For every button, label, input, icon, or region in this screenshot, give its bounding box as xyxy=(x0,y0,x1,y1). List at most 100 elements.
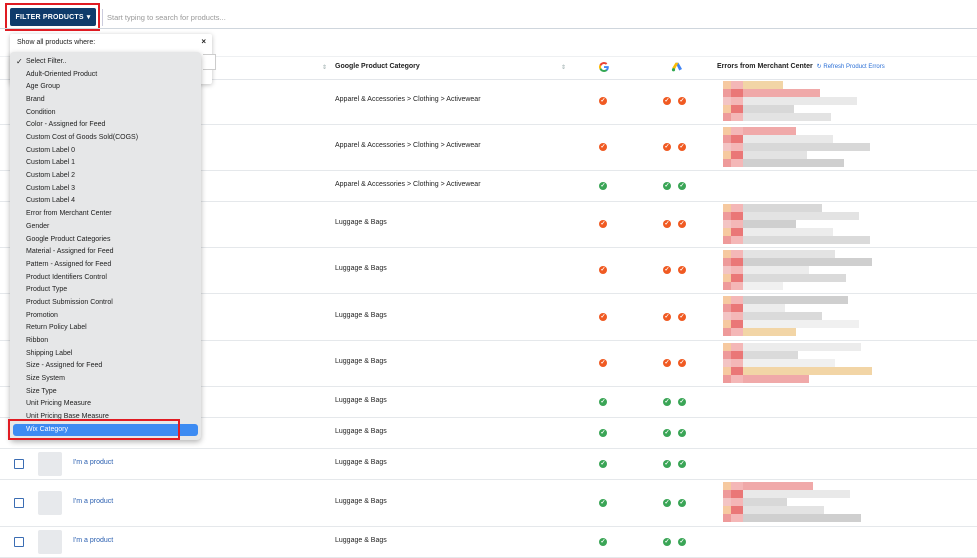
ads-status-icon: ✓ xyxy=(663,220,671,228)
filter-option-label: Product Type xyxy=(26,286,68,294)
filter-option-label: Condition xyxy=(26,108,56,116)
filter-option[interactable]: Pattern - Assigned for Feed xyxy=(10,259,201,271)
ads-status-icon: ✓ xyxy=(663,459,671,468)
product-search-input[interactable] xyxy=(102,9,977,26)
ads-status-icon: ✓ xyxy=(678,312,686,321)
google-status-icon: ✓ xyxy=(599,181,607,190)
refresh-errors-label: Refresh Product Errors xyxy=(823,64,885,70)
highlight-box-wix-category xyxy=(8,419,180,440)
filter-option[interactable]: Custom Cost of Goods Sold(COGS) xyxy=(10,132,201,144)
filter-option[interactable]: Color - Assigned for Feed xyxy=(10,119,201,131)
product-name-link[interactable]: I'm a product xyxy=(73,459,113,466)
google-status-icon: ✓ xyxy=(599,498,607,507)
ads-status-icon: ✓ xyxy=(678,266,686,274)
google-ads-logo-icon xyxy=(671,62,682,72)
filter-option[interactable]: Size Type xyxy=(10,386,201,398)
google-status-icon: ✓ xyxy=(599,97,607,105)
row-checkbox[interactable] xyxy=(14,497,24,508)
highlight-box-filter-button xyxy=(5,3,100,31)
product-name-link[interactable]: I'm a product xyxy=(73,537,113,544)
sort-icon[interactable]: ⇕ xyxy=(322,64,327,71)
filter-value-input[interactable] xyxy=(203,54,216,70)
google-category-cell: Luggage & Bags xyxy=(335,219,387,226)
filter-option[interactable]: Shipping Label xyxy=(10,348,201,360)
google-category-cell: Luggage & Bags xyxy=(335,427,387,435)
sort-icon[interactable]: ⇕ xyxy=(561,64,566,71)
table-row[interactable]: I'm a product Luggage & Bags ✓ ✓ ✓ xyxy=(0,448,977,480)
ads-status-icon: ✓ xyxy=(678,220,686,228)
filter-option[interactable]: Google Product Categories xyxy=(10,234,201,246)
filter-option-label: Gender xyxy=(26,222,50,230)
google-status-icon: ✓ xyxy=(599,428,607,437)
filter-option-label: Brand xyxy=(26,96,45,104)
filter-option[interactable]: Custom Label 2 xyxy=(10,170,201,182)
ads-status-icon: ✓ xyxy=(678,428,686,437)
ads-status-icon: ✓ xyxy=(663,428,671,437)
ads-status-icon: ✓ xyxy=(678,459,686,468)
filter-option[interactable]: Age Group xyxy=(10,81,201,93)
filter-option[interactable]: Promotion xyxy=(10,310,201,322)
ads-status-icon: ✓ xyxy=(663,312,671,321)
ads-status-icon: ✓ xyxy=(663,266,671,274)
ads-status-icon: ✓ xyxy=(678,397,686,406)
filter-option[interactable]: Error from Merchant Center xyxy=(10,208,201,220)
google-category-cell: Luggage & Bags xyxy=(335,311,387,319)
filter-option-label: Promotion xyxy=(26,311,58,319)
google-status-icon: ✓ xyxy=(599,537,607,546)
filter-option-label: Google Product Categories xyxy=(26,235,111,243)
header-google-category[interactable]: Google Product Category xyxy=(335,63,420,70)
refresh-errors-link[interactable]: ↻ Refresh Product Errors xyxy=(817,64,885,70)
merchant-errors-cell xyxy=(723,482,868,523)
filter-option[interactable]: Adult-Oriented Product xyxy=(10,69,201,81)
filter-option-label: Product Identifiers Control xyxy=(26,273,107,281)
product-thumbnail xyxy=(38,529,62,554)
google-category-cell: Luggage & Bags xyxy=(335,458,387,466)
filter-option[interactable]: Condition xyxy=(10,107,201,119)
filter-option-label: Custom Label 4 xyxy=(26,197,76,205)
merchant-errors-cell xyxy=(723,296,868,337)
filter-option[interactable]: Brand xyxy=(10,94,201,106)
filter-option[interactable]: Ribbon xyxy=(10,335,201,347)
row-checkbox[interactable] xyxy=(14,536,24,547)
google-status-icon: ✓ xyxy=(599,459,607,468)
checkmark-icon: ✓ xyxy=(16,57,23,66)
google-category-cell: Apparel & Accessories > Clothing > Activ… xyxy=(335,142,481,149)
filter-option-label: Size System xyxy=(26,375,65,382)
filter-option[interactable]: Unit Pricing Measure xyxy=(10,398,201,410)
row-checkbox[interactable] xyxy=(14,458,24,469)
ads-status-icon: ✓ xyxy=(663,537,671,546)
filter-option[interactable]: Size - Assigned for Feed xyxy=(10,360,201,372)
filter-panel-title: Show all products where: xyxy=(17,39,96,46)
table-row[interactable]: I'm a product Luggage & Bags ✓ ✓ ✓ xyxy=(0,479,977,527)
product-name-link[interactable]: I'm a product xyxy=(73,498,113,505)
filter-option[interactable]: Custom Label 1 xyxy=(10,157,201,169)
header-errors: Errors from Merchant Center ↻ Refresh Pr… xyxy=(717,63,885,70)
merchant-errors-cell xyxy=(723,204,870,244)
filter-option[interactable]: Product Submission Control xyxy=(10,297,201,309)
google-category-cell: Apparel & Accessories > Clothing > Activ… xyxy=(335,180,481,188)
ads-status-icon: ✓ xyxy=(663,181,671,190)
filter-option[interactable]: Custom Label 3 xyxy=(10,183,201,195)
close-icon[interactable]: × xyxy=(201,37,206,46)
filter-option-label: Custom Cost of Goods Sold(COGS) xyxy=(26,134,139,142)
product-thumbnail xyxy=(38,490,62,515)
filter-option[interactable]: Custom Label 4 xyxy=(10,195,201,207)
filter-option[interactable]: Custom Label 0 xyxy=(10,145,201,157)
filter-option[interactable]: Gender xyxy=(10,221,201,233)
filter-option[interactable]: Return Policy Label xyxy=(10,322,201,334)
filter-option[interactable]: Product Identifiers Control xyxy=(10,272,201,284)
filter-option[interactable]: Product Type xyxy=(10,284,201,296)
filter-option-label: Pattern - Assigned for Feed xyxy=(26,260,112,268)
google-status-icon: ✓ xyxy=(599,266,607,274)
table-row[interactable]: I'm a product Luggage & Bags ✓ ✓ ✓ xyxy=(0,526,977,558)
filter-option-label: Ribbon xyxy=(26,336,49,344)
filter-option[interactable]: ✓ Select Filter.. xyxy=(10,56,201,68)
filter-option[interactable]: Material - Assigned for Feed xyxy=(10,246,201,258)
filter-select-dropdown[interactable]: ✓ Select Filter.. Adult-Oriented Product Ag… xyxy=(10,52,201,440)
filter-option-label: Product Submission Control xyxy=(26,298,113,306)
google-category-cell: Luggage & Bags xyxy=(335,396,387,404)
filter-option[interactable]: Size System xyxy=(10,373,201,385)
merchant-errors-cell xyxy=(723,81,868,121)
filter-option-label: Custom Label 0 xyxy=(26,146,76,154)
ads-status-icon: ✓ xyxy=(663,397,671,406)
